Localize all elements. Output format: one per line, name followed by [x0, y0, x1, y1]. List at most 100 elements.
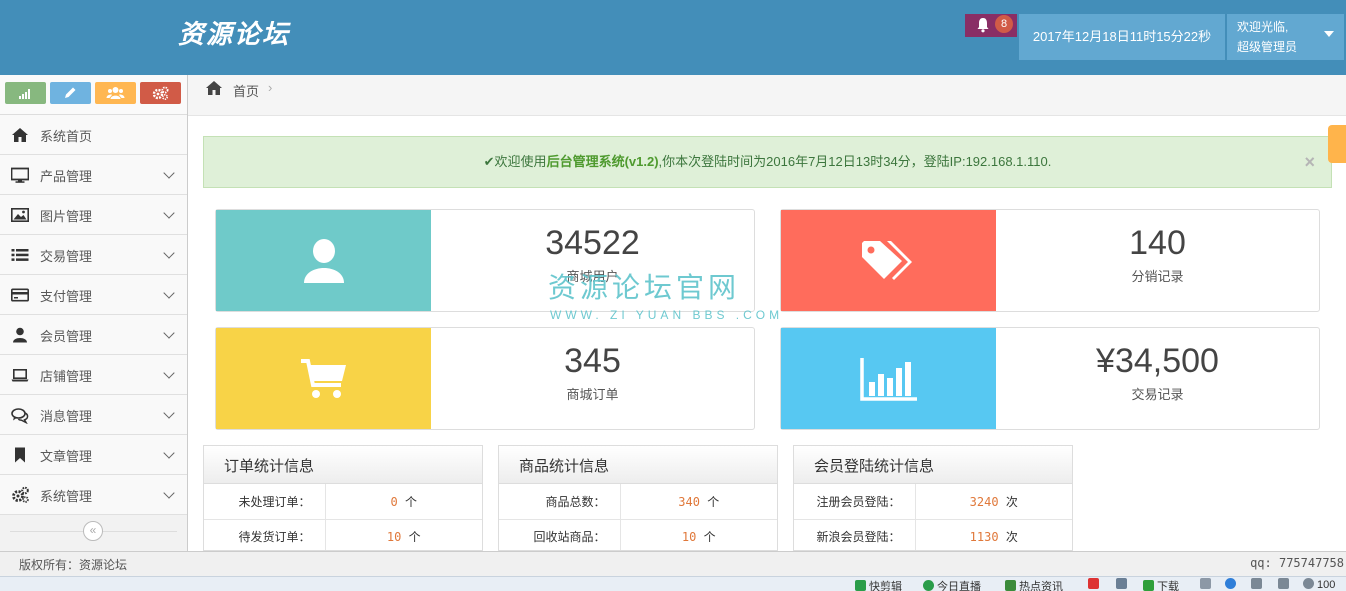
- zoom-icon: [1303, 578, 1314, 589]
- row-number[interactable]: 340: [678, 495, 700, 509]
- notification-button[interactable]: 8: [965, 14, 1017, 37]
- table-row: 注册会员登陆： 3240 次: [794, 484, 1072, 520]
- pin-icon[interactable]: [1116, 578, 1130, 591]
- breadcrumb: 首页 ›: [188, 75, 1346, 116]
- list-icon: [11, 249, 29, 261]
- row-number[interactable]: 1130: [970, 530, 999, 544]
- sidebar-item-system[interactable]: 系统管理: [0, 475, 187, 515]
- stat-card-transactions[interactable]: ¥34,500 交易记录: [780, 327, 1320, 430]
- sidebar-item-transactions[interactable]: 交易管理: [0, 235, 187, 275]
- credit-card-icon: [11, 288, 29, 302]
- row-unit: 次: [1005, 530, 1018, 544]
- watermark-title: 资源论坛官网: [548, 272, 741, 303]
- breadcrumb-separator: ›: [268, 80, 273, 95]
- stat-card-orders[interactable]: 345 商城订单: [215, 327, 755, 430]
- clip-icon: [855, 580, 866, 591]
- bell-icon: [977, 18, 989, 33]
- sidebar-item-members[interactable]: 会员管理: [0, 315, 187, 355]
- caret-down-icon: [1324, 31, 1334, 37]
- sidebar-item-label: 系统管理: [40, 489, 93, 504]
- shortcut-bar: [0, 75, 187, 115]
- close-alert-button[interactable]: ×: [1304, 137, 1315, 187]
- edit-shortcut-button[interactable]: [50, 82, 91, 104]
- users-icon: [106, 87, 125, 99]
- table-row: 待发货订单： 10 个: [204, 519, 482, 550]
- alert-prefix: 欢迎使用: [494, 154, 547, 169]
- row-value: 1130 次: [915, 519, 1072, 550]
- site-logo[interactable]: 资源论坛: [178, 14, 290, 51]
- sidebar-item-messages[interactable]: 消息管理: [0, 395, 187, 435]
- download-button[interactable]: 下载: [1143, 578, 1179, 591]
- order-stats-panel: 订单统计信息 未处理订单： 0 个 待发货订单： 10 个: [203, 445, 483, 551]
- cogs-icon: [152, 86, 169, 101]
- user-menu[interactable]: 欢迎光临, 超级管理员: [1227, 14, 1344, 60]
- chevron-down-icon: [163, 407, 175, 419]
- sidebar-item-stores[interactable]: 店铺管理: [0, 355, 187, 395]
- stat-card-distribution[interactable]: 140 分销记录: [780, 209, 1320, 312]
- row-value: 340 个: [620, 484, 777, 520]
- sidebar-item-products[interactable]: 产品管理: [0, 155, 187, 195]
- stat-label: 商城订单: [566, 387, 619, 402]
- member-login-stats-panel: 会员登陆统计信息 注册会员登陆： 3240 次 新浪会员登陆： 1130 次: [793, 445, 1073, 551]
- chevron-down-icon: [163, 247, 175, 259]
- sidebar-item-images[interactable]: 图片管理: [0, 195, 187, 235]
- stats-table: 注册会员登陆： 3240 次 新浪会员登陆： 1130 次: [794, 484, 1072, 550]
- tags-icon: [861, 240, 912, 280]
- screen-icon[interactable]: [1251, 578, 1265, 591]
- panel-title: 订单统计信息: [204, 446, 482, 484]
- add-icon[interactable]: [1088, 578, 1102, 591]
- window-icon[interactable]: [1200, 578, 1214, 591]
- row-value: 10 个: [620, 519, 777, 550]
- sidebar-item-label: 图片管理: [40, 209, 93, 224]
- sidebar-item-label: 消息管理: [40, 409, 93, 424]
- row-key: 回收站商品：: [499, 519, 621, 550]
- sidebar-item-articles[interactable]: 文章管理: [0, 435, 187, 475]
- play-icon: [923, 580, 934, 591]
- zoom-control[interactable]: 100: [1303, 578, 1335, 591]
- live-stream-button[interactable]: 今日直播: [923, 578, 981, 591]
- chevron-down-icon: [163, 207, 175, 219]
- top-header: 资源论坛 8 2017年12月18日11时15分22秒 欢迎光临, 超级管理员: [0, 0, 1346, 75]
- sidebar-item-label: 店铺管理: [40, 369, 93, 384]
- user-role: 超级管理员: [1237, 40, 1298, 54]
- sidebar-item-label: 系统首页: [40, 129, 93, 144]
- sidebar-item-label: 文章管理: [40, 449, 93, 464]
- table-row: 未处理订单： 0 个: [204, 484, 482, 520]
- chevron-down-icon: [163, 487, 175, 499]
- sidebar-item-home[interactable]: 系统首页: [0, 115, 187, 155]
- row-key: 待发货订单：: [204, 519, 326, 550]
- row-value: 10 个: [325, 519, 482, 550]
- sidebar-item-payments[interactable]: 支付管理: [0, 275, 187, 315]
- quick-clip-button[interactable]: 快剪辑: [855, 578, 902, 591]
- browser-status-bar: 快剪辑 今日直播 热点资讯 下载 100: [0, 576, 1346, 591]
- signal-shortcut-button[interactable]: [5, 82, 46, 104]
- panel-title: 商品统计信息: [499, 446, 777, 484]
- chevron-down-icon: [163, 447, 175, 459]
- row-number[interactable]: 10: [682, 530, 696, 544]
- signal-icon: [19, 89, 30, 99]
- ie-icon[interactable]: [1225, 578, 1239, 591]
- settings-shortcut-button[interactable]: [140, 82, 181, 104]
- collapse-sidebar-button[interactable]: «: [83, 521, 103, 541]
- row-key: 新浪会员登陆：: [794, 519, 916, 550]
- hot-news-button[interactable]: 热点资讯: [1005, 578, 1063, 591]
- stats-table: 商品总数： 340 个 回收站商品： 10 个: [499, 484, 777, 550]
- volume-icon[interactable]: [1278, 578, 1292, 591]
- users-shortcut-button[interactable]: [95, 82, 136, 104]
- desktop-icon: [11, 167, 29, 183]
- settings-side-tab[interactable]: [1328, 125, 1346, 163]
- row-key: 商品总数：: [499, 484, 621, 520]
- row-number[interactable]: 3240: [970, 495, 999, 509]
- row-value: 3240 次: [915, 484, 1072, 520]
- stat-value: 34522: [545, 224, 640, 262]
- page-footer: 版权所有：资源论坛 qq: 775747758: [0, 551, 1346, 576]
- breadcrumb-home-link[interactable]: 首页: [233, 81, 259, 100]
- chevron-down-icon: [163, 327, 175, 339]
- row-number[interactable]: 10: [387, 530, 401, 544]
- news-icon: [1005, 580, 1016, 591]
- bookmark-icon: [15, 447, 25, 463]
- comments-icon: [11, 408, 29, 424]
- table-row: 新浪会员登陆： 1130 次: [794, 519, 1072, 550]
- row-number[interactable]: 0: [391, 495, 398, 509]
- row-unit: 个: [408, 530, 421, 544]
